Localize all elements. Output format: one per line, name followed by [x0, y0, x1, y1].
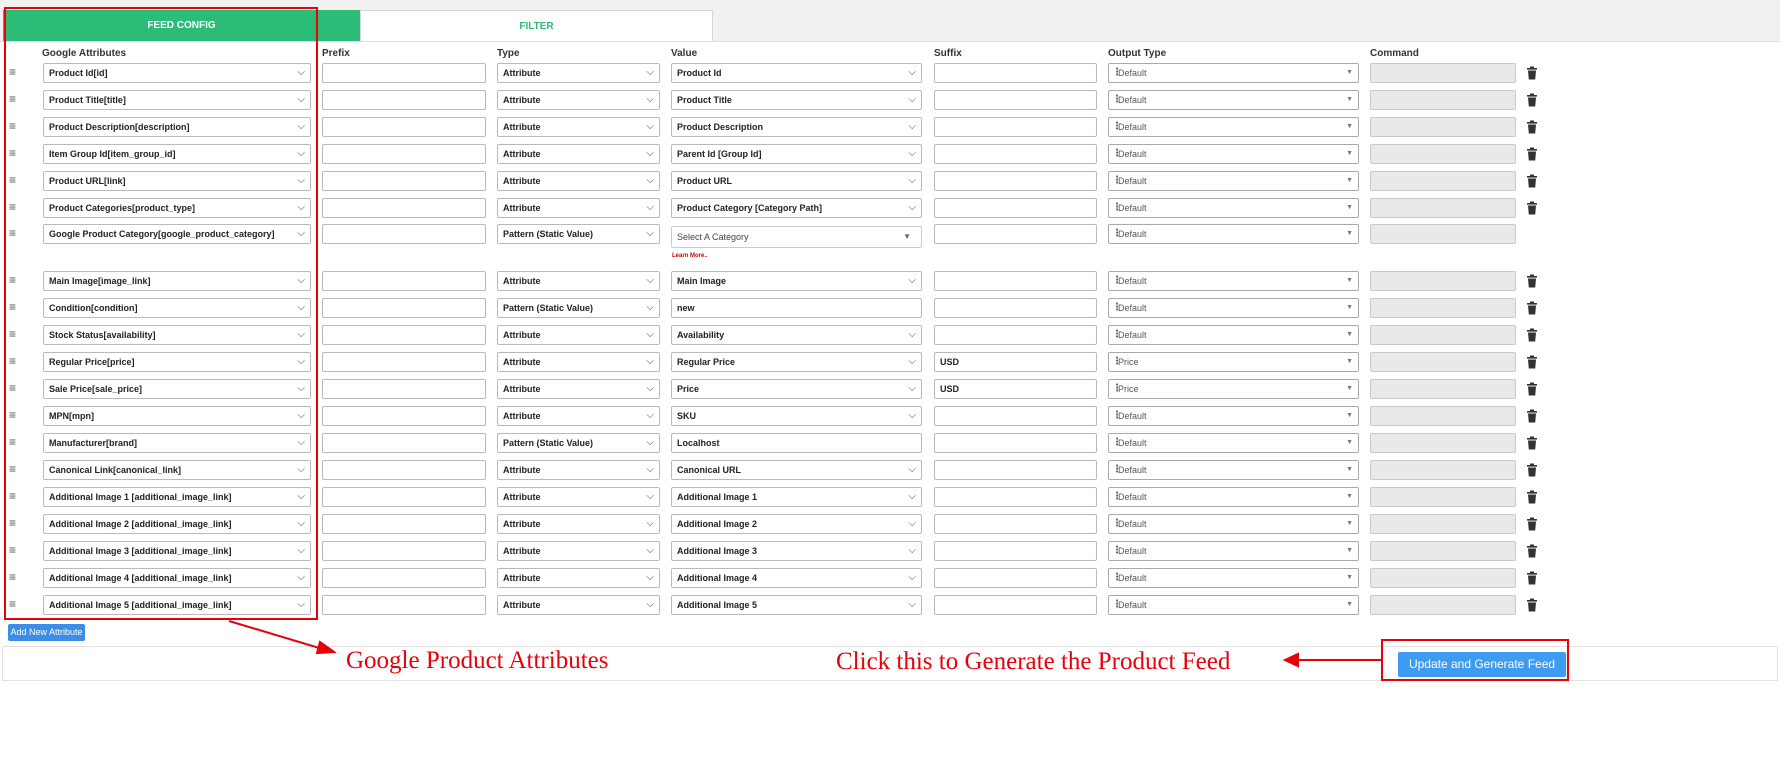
arrow-to-generate: [1282, 652, 1381, 668]
annotation-arrows: [228, 620, 1381, 668]
arrow-to-attributes: [228, 620, 337, 655]
